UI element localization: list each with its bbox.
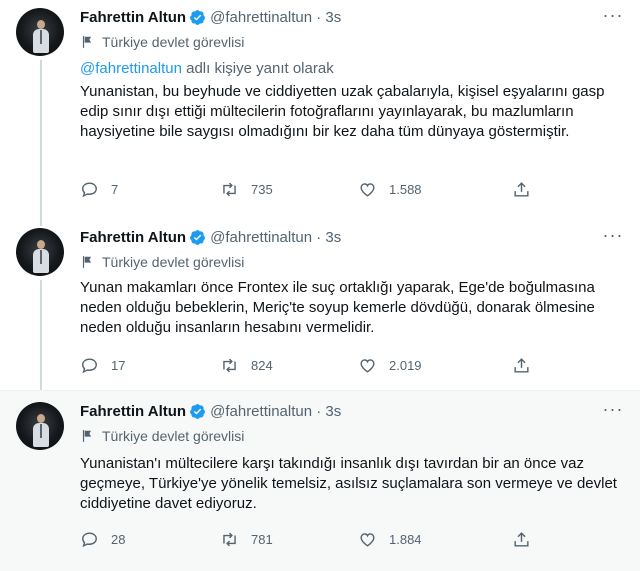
flag-icon xyxy=(82,36,92,48)
tweet-header: Fahrettin Altun @fahrettinaltun · 3s xyxy=(80,226,341,248)
flag-icon xyxy=(82,430,92,442)
retweet-button[interactable]: 824 xyxy=(220,356,273,375)
avatar-figure xyxy=(37,240,45,249)
retweet-arrows-icon xyxy=(223,182,236,197)
tweet-header: Fahrettin Altun @fahrettinaltun · 3s xyxy=(80,6,341,28)
tweet-text: Yunanistan'ı mültecilere karşı takındığı… xyxy=(80,455,617,512)
verified-badge-icon xyxy=(190,229,206,245)
avatar-figure xyxy=(40,30,42,44)
heart-icon xyxy=(360,183,375,197)
author-handle[interactable]: @fahrettinaltun · 3s xyxy=(210,403,341,420)
verified-badge-icon xyxy=(190,9,206,25)
retweet-arrows-icon xyxy=(223,358,236,373)
verified-badge-icon xyxy=(190,403,206,419)
like-button[interactable]: 1.884 xyxy=(358,530,422,549)
more-dots-icon[interactable]: ··· xyxy=(602,6,624,30)
share-button[interactable] xyxy=(512,530,543,549)
avatar[interactable] xyxy=(16,228,64,276)
reply-button[interactable]: 7 xyxy=(80,180,118,199)
retweet-count: 735 xyxy=(251,182,273,197)
avatar-figure xyxy=(37,414,45,423)
avatar[interactable] xyxy=(16,402,64,450)
retweet-arrows-icon xyxy=(223,532,236,547)
reply-count: 17 xyxy=(111,358,126,373)
more-dots-icon[interactable]: ··· xyxy=(602,226,624,250)
mention-link[interactable]: @fahrettinaltun xyxy=(80,60,182,77)
tweet[interactable]: Fahrettin Altun @fahrettinaltun · 3s ···… xyxy=(0,390,640,571)
retweet-count: 781 xyxy=(251,532,273,547)
like-count: 2.019 xyxy=(389,358,422,373)
retweet-count: 824 xyxy=(251,358,273,373)
tweet-actions: 28 781 1.884 xyxy=(80,530,540,550)
reply-count: 7 xyxy=(111,182,119,197)
tweet-header: Fahrettin Altun @fahrettinaltun · 3s xyxy=(80,400,341,422)
retweet-button[interactable]: 735 xyxy=(220,180,273,199)
tweet[interactable]: Fahrettin Altun @fahrettinaltun · 3s ···… xyxy=(0,224,640,390)
government-label[interactable]: Türkiye devlet görevlisi xyxy=(80,32,244,52)
label-text: Türkiye devlet görevlisi xyxy=(102,34,245,50)
heart-icon xyxy=(360,359,375,373)
government-label[interactable]: Türkiye devlet görevlisi xyxy=(80,426,244,446)
like-count: 1.884 xyxy=(389,532,422,547)
author-name[interactable]: Fahrettin Altun xyxy=(80,9,186,26)
reply-button[interactable]: 17 xyxy=(80,356,125,375)
like-button[interactable]: 2.019 xyxy=(358,356,422,375)
flag-icon xyxy=(82,256,92,268)
government-label[interactable]: Türkiye devlet görevlisi xyxy=(80,252,244,272)
reply-count: 28 xyxy=(111,532,126,547)
tweet-text: Yunanistan, bu beyhude ve ciddiyetten uz… xyxy=(80,83,605,140)
share-upload-icon xyxy=(514,532,529,547)
share-upload-icon xyxy=(514,358,529,373)
share-button[interactable] xyxy=(512,180,543,199)
label-text: Türkiye devlet görevlisi xyxy=(102,254,245,270)
reply-context-text: adlı kişiye yanıt olarak xyxy=(181,60,334,77)
author-name[interactable]: Fahrettin Altun xyxy=(80,403,186,420)
avatar-figure xyxy=(40,250,42,264)
reply-bubble-icon xyxy=(82,532,97,548)
label-text: Türkiye devlet görevlisi xyxy=(102,428,245,444)
share-button[interactable] xyxy=(512,356,543,375)
tweet-actions: 17 824 2.019 xyxy=(80,356,540,376)
like-button[interactable]: 1.588 xyxy=(358,180,422,199)
author-handle[interactable]: @fahrettinaltun · 3s xyxy=(210,229,341,246)
author-handle[interactable]: @fahrettinaltun · 3s xyxy=(210,9,341,26)
reply-bubble-icon xyxy=(82,358,97,374)
tweet-thread: Fahrettin Altun @fahrettinaltun · 3s ···… xyxy=(0,0,640,571)
tweet-text: Yunan makamları önce Frontex ile suç ort… xyxy=(80,279,595,336)
reply-context: @fahrettinaltun adlı kişiye yanıt olarak xyxy=(80,60,334,77)
like-count: 1.588 xyxy=(389,182,422,197)
more-dots-icon[interactable]: ··· xyxy=(602,400,624,424)
share-upload-icon xyxy=(514,182,529,197)
author-name[interactable]: Fahrettin Altun xyxy=(80,229,186,246)
heart-icon xyxy=(360,533,375,547)
divider xyxy=(0,390,640,391)
avatar[interactable] xyxy=(16,8,64,56)
reply-bubble-icon xyxy=(82,182,97,198)
tweet[interactable]: Fahrettin Altun @fahrettinaltun · 3s ···… xyxy=(0,0,640,224)
tweet-actions: 7 735 1.588 xyxy=(80,180,540,200)
avatar-figure xyxy=(40,424,42,438)
reply-button[interactable]: 28 xyxy=(80,530,125,549)
retweet-button[interactable]: 781 xyxy=(220,530,273,549)
avatar-figure xyxy=(37,20,45,29)
